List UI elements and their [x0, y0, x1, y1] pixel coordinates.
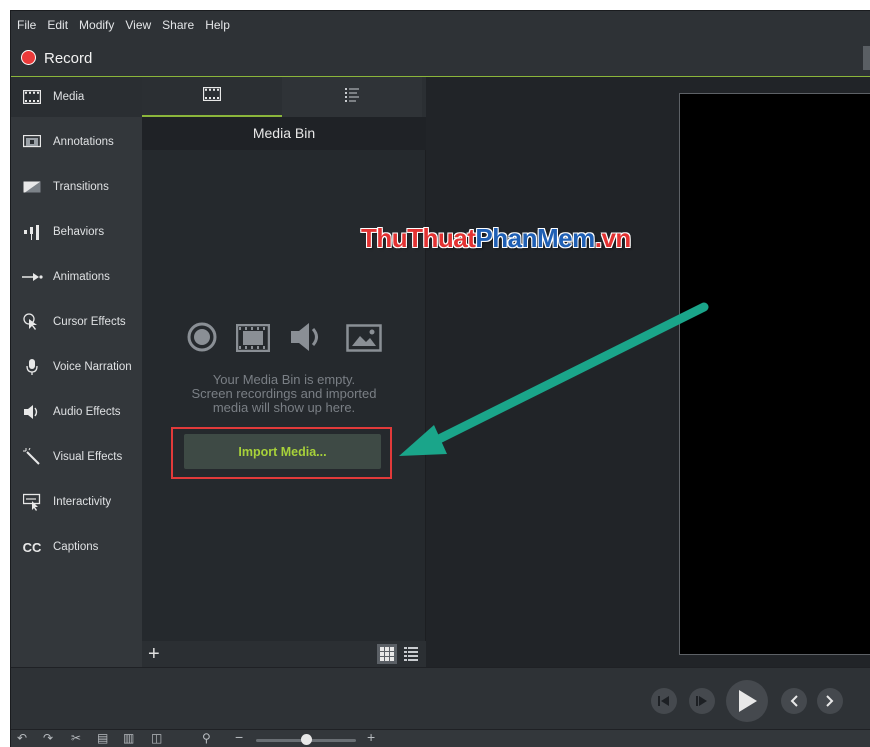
cut-icon[interactable]: ✂ [71, 731, 81, 745]
playback-controls [11, 667, 870, 730]
next-icon[interactable] [817, 688, 843, 714]
zoom-out-button[interactable]: − [235, 729, 243, 745]
play-icon[interactable] [726, 680, 768, 722]
camtasia-window: File Edit Modify View Share Help Record … [10, 10, 870, 747]
step-back-icon[interactable] [651, 688, 677, 714]
paste-icon[interactable]: ▥ [123, 731, 134, 745]
split-icon[interactable]: ◫ [151, 731, 162, 745]
copy-icon[interactable]: ▤ [97, 731, 108, 745]
undo-icon[interactable]: ↶ [17, 731, 27, 745]
zoom-icon[interactable]: ⚲ [202, 731, 211, 745]
zoom-in-button[interactable]: + [367, 729, 375, 745]
zoom-slider-handle[interactable] [300, 734, 312, 745]
timeline-toolbar: ↶ ↷ ✂ ▤ ▥ ◫ ⚲ − + [11, 729, 870, 747]
previous-frame-icon[interactable] [689, 688, 715, 714]
previous-icon[interactable] [781, 688, 807, 714]
annotation-arrow-icon [399, 302, 709, 456]
redo-icon[interactable]: ↷ [43, 731, 53, 745]
